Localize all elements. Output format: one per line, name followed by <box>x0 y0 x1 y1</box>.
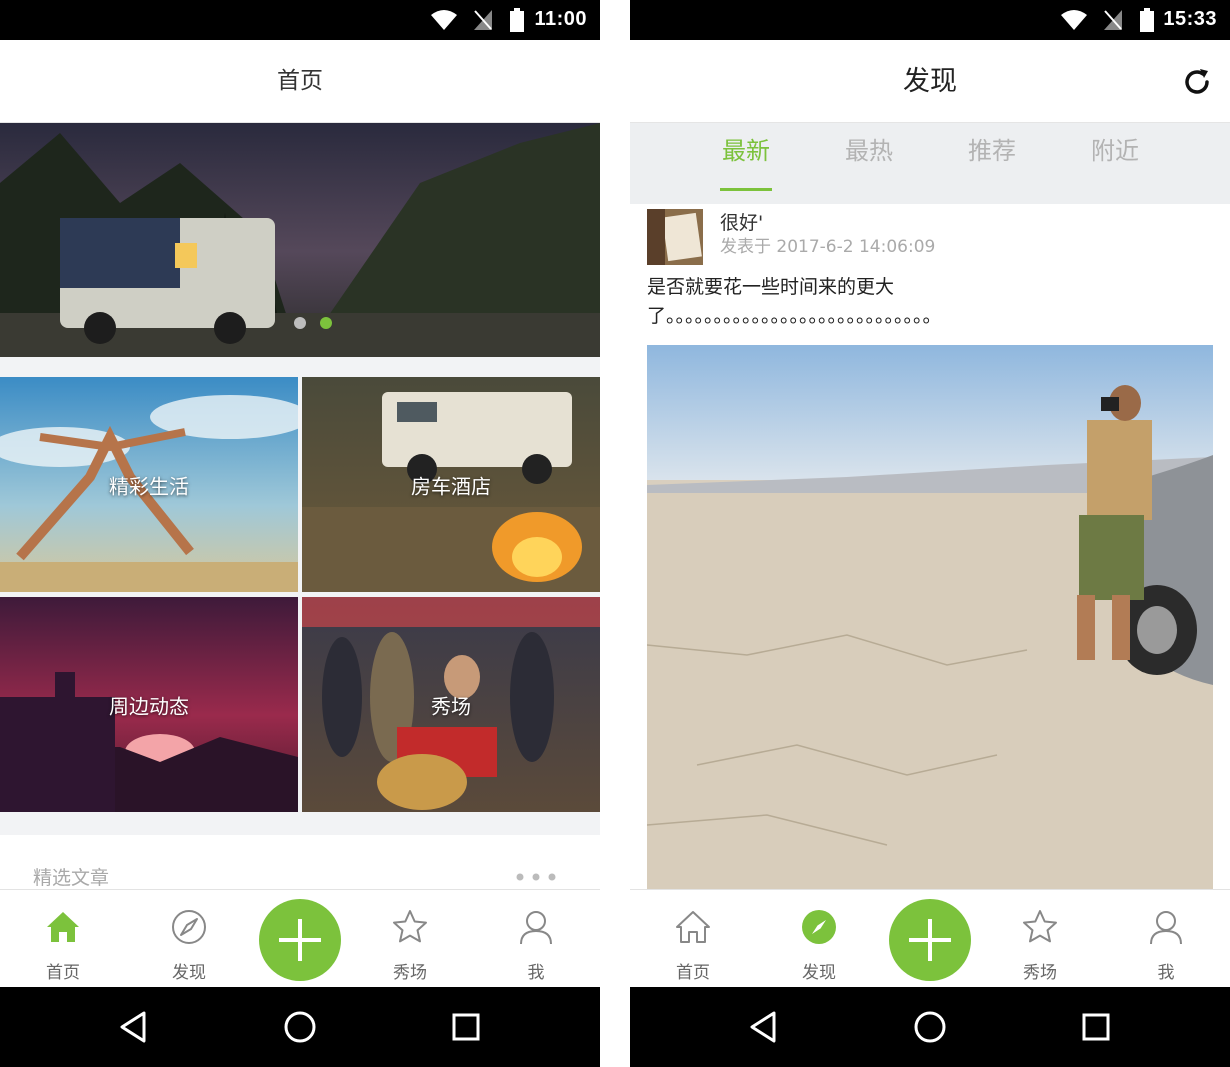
add-post-button[interactable] <box>889 899 971 981</box>
recents-icon[interactable] <box>1076 1007 1116 1047</box>
wifi-icon <box>431 10 457 30</box>
more-dots-icon[interactable] <box>516 873 556 881</box>
tab-home[interactable]: 首页 <box>648 890 738 988</box>
discover-screen: 15:33 发现 最新 最热 推荐 附近 很好' 发表于 2017-6-2 14… <box>630 0 1230 1067</box>
tab-label: 秀场 <box>393 963 427 983</box>
post-image[interactable] <box>647 345 1213 891</box>
status-time: 11:00 <box>534 8 587 30</box>
star-icon <box>393 910 427 943</box>
featured-articles-header: 精选文章 <box>0 835 600 889</box>
tab-label: 发现 <box>802 963 836 983</box>
category-tile-nearby[interactable]: 周边动态 <box>0 597 298 812</box>
category-tile-rv-hotel[interactable]: 房车酒店 <box>302 377 600 592</box>
tab-latest[interactable]: 最新 <box>701 123 791 204</box>
tab-recommended[interactable]: 推荐 <box>947 123 1037 204</box>
bottom-tab-bar: 首页 发现 秀场 我 <box>630 889 1230 987</box>
tab-nearby[interactable]: 附近 <box>1070 123 1160 204</box>
tile-label: 房车酒店 <box>411 474 491 498</box>
avatar-image <box>647 209 703 265</box>
plus-icon <box>279 919 321 961</box>
recents-icon[interactable] <box>446 1007 486 1047</box>
app-header: 发现 <box>630 40 1230 123</box>
android-nav-bar <box>0 987 600 1067</box>
discover-tabs: 最新 最热 推荐 附近 <box>630 123 1230 204</box>
status-bar: 15:33 <box>630 0 1230 40</box>
user-icon <box>1150 911 1182 945</box>
tab-me[interactable]: 我 <box>1121 890 1211 988</box>
tab-label: 首页 <box>676 963 710 983</box>
tab-label: 我 <box>1157 963 1175 983</box>
page-title: 首页 <box>277 68 323 94</box>
tab-label: 发现 <box>172 963 206 983</box>
post-photo <box>647 345 1213 891</box>
carousel-dot-active[interactable] <box>320 317 332 329</box>
post-time: 发表于 2017-6-2 14:06:09 <box>720 237 936 257</box>
tile-label: 秀场 <box>431 694 471 718</box>
tab-discover[interactable]: 发现 <box>144 890 234 988</box>
status-time: 15:33 <box>1163 8 1217 30</box>
category-tile-show[interactable]: 秀场 <box>302 597 600 812</box>
category-tile-life[interactable]: 精彩生活 <box>0 377 298 592</box>
home-circle-icon[interactable] <box>280 1007 320 1047</box>
post-text-line: 是否就要花一些时间来的更大 <box>647 276 895 298</box>
home-circle-icon[interactable] <box>910 1007 950 1047</box>
android-nav-bar <box>630 987 1230 1067</box>
compass-icon <box>172 910 206 944</box>
wifi-icon <box>1061 10 1087 30</box>
battery-icon <box>510 8 524 32</box>
post-text-line: 了。。。。。。。。。。。。。。。。。。。。。。。。。。。。 <box>647 305 942 327</box>
tab-hot[interactable]: 最热 <box>824 123 914 204</box>
no-signal-icon <box>1104 10 1122 30</box>
carousel-dot[interactable] <box>294 317 306 329</box>
no-signal-icon <box>474 10 492 30</box>
battery-icon <box>1140 8 1154 32</box>
user-icon <box>520 911 552 945</box>
back-icon[interactable] <box>114 1007 154 1047</box>
back-icon[interactable] <box>744 1007 784 1047</box>
tab-me[interactable]: 我 <box>491 890 581 988</box>
tab-label: 秀场 <box>1023 963 1057 983</box>
status-bar: 11:00 <box>0 0 600 40</box>
tile-label: 精彩生活 <box>109 474 189 498</box>
section-title: 精选文章 <box>33 867 110 889</box>
add-post-button[interactable] <box>259 899 341 981</box>
star-icon <box>1023 910 1057 943</box>
bottom-tab-bar: 首页 发现 秀场 我 <box>0 889 600 987</box>
avatar[interactable] <box>647 209 703 265</box>
post-text: 是否就要花一些时间来的更大 了。。。。。。。。。。。。。。。。。。。。。。。。。… <box>647 273 1207 331</box>
active-tab-indicator <box>720 188 772 191</box>
tab-label: 首页 <box>46 963 80 983</box>
compass-icon <box>802 910 836 944</box>
refresh-icon[interactable] <box>1182 67 1212 97</box>
post-author[interactable]: 很好' <box>720 208 763 235</box>
home-icon <box>676 911 710 943</box>
plus-icon <box>909 919 951 961</box>
tab-home[interactable]: 首页 <box>18 890 108 988</box>
tab-show[interactable]: 秀场 <box>995 890 1085 988</box>
home-icon <box>47 912 79 942</box>
app-header: 首页 <box>0 40 600 123</box>
tile-label: 周边动态 <box>109 694 189 718</box>
tab-show[interactable]: 秀场 <box>365 890 455 988</box>
tab-discover[interactable]: 发现 <box>774 890 864 988</box>
page-title: 发现 <box>903 66 957 97</box>
tab-label: 我 <box>527 963 545 983</box>
home-screen: 11:00 首页 精彩生活 房车酒店 周边动态 秀场 精选文章 首页 发现 秀场… <box>0 0 600 1067</box>
